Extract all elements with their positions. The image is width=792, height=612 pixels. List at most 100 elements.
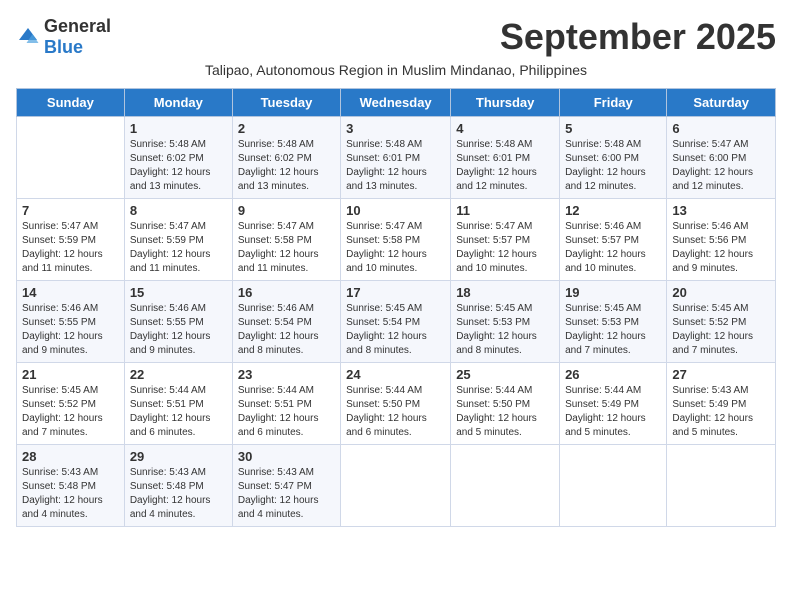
day-info: Sunrise: 5:47 AM Sunset: 5:59 PM Dayligh…	[130, 220, 227, 276]
calendar-cell: 4 Sunrise: 5:48 AM Sunset: 6:01 PM Daylig…	[451, 117, 560, 199]
day-info: Sunrise: 5:45 AM Sunset: 5:54 PM Dayligh…	[346, 302, 445, 358]
day-number: 1	[130, 121, 227, 136]
calendar-cell: 14 Sunrise: 5:46 AM Sunset: 5:55 PM Dayli…	[17, 281, 125, 363]
day-number: 28	[22, 449, 119, 464]
month-title: September 2025	[500, 16, 776, 58]
header-day-sunday: Sunday	[17, 89, 125, 117]
day-info: Sunrise: 5:44 AM Sunset: 5:51 PM Dayligh…	[130, 384, 227, 440]
day-number: 26	[565, 367, 661, 382]
day-info: Sunrise: 5:48 AM Sunset: 6:02 PM Dayligh…	[130, 138, 227, 194]
day-info: Sunrise: 5:43 AM Sunset: 5:47 PM Dayligh…	[238, 466, 335, 522]
calendar-cell: 13Sunrise: 5:46 AM Sunset: 5:56 PM Dayli…	[667, 199, 776, 281]
day-number: 20	[672, 285, 770, 300]
day-info: Sunrise: 5:46 AM Sunset: 5:57 PM Dayligh…	[565, 220, 661, 276]
calendar-cell: 24 Sunrise: 5:44 AM Sunset: 5:50 PM Dayli…	[341, 363, 451, 445]
calendar-body: 1 Sunrise: 5:48 AM Sunset: 6:02 PM Daylig…	[17, 117, 776, 527]
day-info: Sunrise: 5:47 AM Sunset: 5:58 PM Dayligh…	[346, 220, 445, 276]
calendar-cell: 5Sunrise: 5:48 AM Sunset: 6:00 PM Daylig…	[560, 117, 667, 199]
day-number: 8	[130, 203, 227, 218]
day-info: Sunrise: 5:48 AM Sunset: 6:01 PM Dayligh…	[346, 138, 445, 194]
day-number: 9	[238, 203, 335, 218]
day-number: 23	[238, 367, 335, 382]
day-info: Sunrise: 5:44 AM Sunset: 5:50 PM Dayligh…	[346, 384, 445, 440]
day-info: Sunrise: 5:43 AM Sunset: 5:49 PM Dayligh…	[672, 384, 770, 440]
header-day-thursday: Thursday	[451, 89, 560, 117]
week-row-2: 14 Sunrise: 5:46 AM Sunset: 5:55 PM Dayli…	[17, 281, 776, 363]
day-info: Sunrise: 5:44 AM Sunset: 5:51 PM Dayligh…	[238, 384, 335, 440]
header-area: General Blue September 2025	[16, 16, 776, 58]
calendar-cell: 26 Sunrise: 5:44 AM Sunset: 5:49 PM Dayli…	[560, 363, 667, 445]
day-number: 29	[130, 449, 227, 464]
calendar-cell: 12 Sunrise: 5:46 AM Sunset: 5:57 PM Dayli…	[560, 199, 667, 281]
day-info: Sunrise: 5:47 AM Sunset: 5:57 PM Dayligh…	[456, 220, 554, 276]
calendar-cell: 16 Sunrise: 5:46 AM Sunset: 5:54 PM Dayli…	[232, 281, 340, 363]
day-info: Sunrise: 5:44 AM Sunset: 5:50 PM Dayligh…	[456, 384, 554, 440]
calendar-cell: 27 Sunrise: 5:43 AM Sunset: 5:49 PM Dayli…	[667, 363, 776, 445]
logo-blue: Blue	[44, 37, 83, 57]
day-number: 2	[238, 121, 335, 136]
header-day-saturday: Saturday	[667, 89, 776, 117]
day-info: Sunrise: 5:47 AM Sunset: 6:00 PM Dayligh…	[672, 138, 770, 194]
day-info: Sunrise: 5:47 AM Sunset: 5:59 PM Dayligh…	[22, 220, 119, 276]
header-day-monday: Monday	[124, 89, 232, 117]
calendar-cell	[560, 445, 667, 527]
day-info: Sunrise: 5:44 AM Sunset: 5:49 PM Dayligh…	[565, 384, 661, 440]
day-number: 6	[672, 121, 770, 136]
day-info: Sunrise: 5:46 AM Sunset: 5:55 PM Dayligh…	[22, 302, 119, 358]
day-number: 15	[130, 285, 227, 300]
calendar-cell: 25 Sunrise: 5:44 AM Sunset: 5:50 PM Dayli…	[451, 363, 560, 445]
day-info: Sunrise: 5:48 AM Sunset: 6:01 PM Dayligh…	[456, 138, 554, 194]
day-number: 30	[238, 449, 335, 464]
calendar-cell: 20Sunrise: 5:45 AM Sunset: 5:52 PM Dayli…	[667, 281, 776, 363]
week-row-1: 7 Sunrise: 5:47 AM Sunset: 5:59 PM Daylig…	[17, 199, 776, 281]
calendar-cell: 3 Sunrise: 5:48 AM Sunset: 6:01 PM Daylig…	[341, 117, 451, 199]
calendar-cell: 23 Sunrise: 5:44 AM Sunset: 5:51 PM Dayli…	[232, 363, 340, 445]
header-day-tuesday: Tuesday	[232, 89, 340, 117]
day-number: 18	[456, 285, 554, 300]
day-number: 11	[456, 203, 554, 218]
header-day-wednesday: Wednesday	[341, 89, 451, 117]
calendar-cell	[341, 445, 451, 527]
logo-icon	[16, 25, 40, 49]
day-info: Sunrise: 5:48 AM Sunset: 6:00 PM Dayligh…	[565, 138, 661, 194]
calendar-header-row: SundayMondayTuesdayWednesdayThursdayFrid…	[17, 89, 776, 117]
day-number: 25	[456, 367, 554, 382]
logo: General Blue	[16, 16, 111, 58]
calendar-cell	[667, 445, 776, 527]
calendar-cell	[451, 445, 560, 527]
calendar-cell: 7 Sunrise: 5:47 AM Sunset: 5:59 PM Daylig…	[17, 199, 125, 281]
week-row-0: 1 Sunrise: 5:48 AM Sunset: 6:02 PM Daylig…	[17, 117, 776, 199]
day-number: 17	[346, 285, 445, 300]
calendar-cell: 9Sunrise: 5:47 AM Sunset: 5:58 PM Daylig…	[232, 199, 340, 281]
calendar-cell: 21 Sunrise: 5:45 AM Sunset: 5:52 PM Dayli…	[17, 363, 125, 445]
logo-text: General Blue	[44, 16, 111, 58]
day-number: 7	[22, 203, 119, 218]
calendar-cell: 1 Sunrise: 5:48 AM Sunset: 6:02 PM Daylig…	[124, 117, 232, 199]
calendar-cell	[17, 117, 125, 199]
calendar-cell: 2Sunrise: 5:48 AM Sunset: 6:02 PM Daylig…	[232, 117, 340, 199]
day-info: Sunrise: 5:43 AM Sunset: 5:48 PM Dayligh…	[22, 466, 119, 522]
logo-general: General	[44, 16, 111, 36]
day-info: Sunrise: 5:45 AM Sunset: 5:52 PM Dayligh…	[22, 384, 119, 440]
day-number: 27	[672, 367, 770, 382]
day-number: 3	[346, 121, 445, 136]
day-number: 22	[130, 367, 227, 382]
day-number: 24	[346, 367, 445, 382]
day-number: 21	[22, 367, 119, 382]
calendar-cell: 10Sunrise: 5:47 AM Sunset: 5:58 PM Dayli…	[341, 199, 451, 281]
week-row-3: 21 Sunrise: 5:45 AM Sunset: 5:52 PM Dayli…	[17, 363, 776, 445]
calendar-cell: 15 Sunrise: 5:46 AM Sunset: 5:55 PM Dayli…	[124, 281, 232, 363]
calendar-cell: 30 Sunrise: 5:43 AM Sunset: 5:47 PM Dayli…	[232, 445, 340, 527]
subtitle: Talipao, Autonomous Region in Muslim Min…	[16, 62, 776, 78]
day-info: Sunrise: 5:43 AM Sunset: 5:48 PM Dayligh…	[130, 466, 227, 522]
day-number: 16	[238, 285, 335, 300]
calendar-cell: 28 Sunrise: 5:43 AM Sunset: 5:48 PM Dayli…	[17, 445, 125, 527]
calendar-cell: 6 Sunrise: 5:47 AM Sunset: 6:00 PM Daylig…	[667, 117, 776, 199]
day-number: 13	[672, 203, 770, 218]
day-number: 12	[565, 203, 661, 218]
day-info: Sunrise: 5:46 AM Sunset: 5:54 PM Dayligh…	[238, 302, 335, 358]
day-number: 14	[22, 285, 119, 300]
day-info: Sunrise: 5:46 AM Sunset: 5:55 PM Dayligh…	[130, 302, 227, 358]
calendar-cell: 22 Sunrise: 5:44 AM Sunset: 5:51 PM Dayli…	[124, 363, 232, 445]
day-number: 4	[456, 121, 554, 136]
